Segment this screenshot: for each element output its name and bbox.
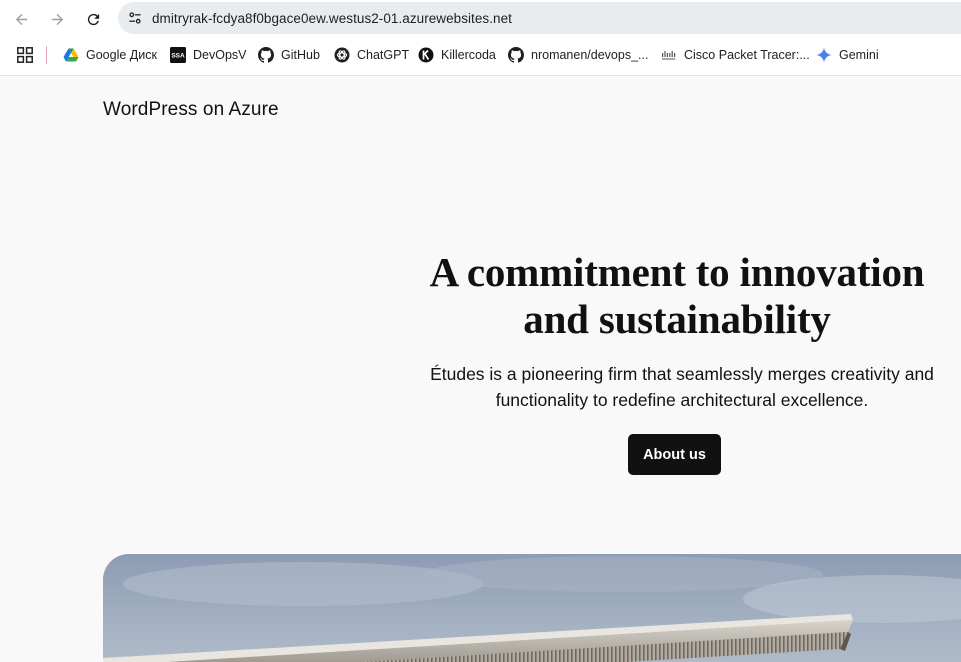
browser-toolbar: dmitryrak-fcdya8f0bgace0ew.westus2-01.az… (0, 0, 961, 36)
killercoda-icon (418, 47, 434, 63)
bookmark-killercoda[interactable]: Killercoda (418, 45, 496, 65)
bookmark-label: ChatGPT (357, 48, 410, 62)
tune-icon (129, 12, 141, 24)
url-text[interactable]: dmitryrak-fcdya8f0bgace0ew.westus2-01.az… (152, 11, 512, 26)
bookmark-nromanen-devops[interactable]: nromanen/devops_... (508, 45, 648, 65)
hero-heading: A commitment to innovation and sustainab… (429, 249, 925, 342)
web-page: WordPress on Azure A commitment to innov… (0, 77, 961, 662)
apps-grid-icon[interactable] (17, 47, 33, 63)
bookmark-label: GitHub (281, 48, 320, 62)
bookmark-label: Gemini (839, 48, 879, 62)
github-icon (508, 47, 524, 63)
building-illustration (103, 554, 961, 662)
bookmark-label: Killercoda (441, 48, 496, 62)
ssa-icon-text: SSA (171, 53, 185, 60)
reload-button[interactable] (80, 6, 106, 32)
arrow-right-icon (51, 13, 63, 25)
bookmark-label: Cisco Packet Tracer:... (684, 48, 810, 62)
cisco-icon (661, 47, 677, 63)
ssa-icon: SSA (170, 47, 186, 63)
site-info-button[interactable] (118, 2, 152, 34)
google-drive-icon (63, 47, 79, 63)
bookmarks-bar: Google Диск SSA DevOpsV GitHub ChatGPT K… (0, 36, 961, 76)
hero-description: Études is a pioneering firm that seamles… (430, 364, 934, 410)
address-bar[interactable]: dmitryrak-fcdya8f0bgace0ew.westus2-01.az… (118, 2, 961, 34)
arrow-left-icon (15, 13, 27, 25)
gemini-icon (816, 47, 832, 63)
reload-icon (87, 13, 99, 25)
bookmark-label: Google Диск (86, 48, 157, 62)
bookmark-label: DevOpsV (193, 48, 247, 62)
bookmark-google-drive[interactable]: Google Диск (63, 45, 157, 65)
chatgpt-icon (334, 47, 350, 63)
back-button[interactable] (8, 6, 34, 32)
bookmark-label: nromanen/devops_... (531, 48, 649, 62)
bookmark-gemini[interactable]: Gemini (816, 45, 879, 65)
bookmark-devopsv[interactable]: SSA DevOpsV (170, 45, 247, 65)
about-us-button[interactable]: About us (628, 434, 721, 475)
bookmark-github[interactable]: GitHub (258, 45, 320, 65)
forward-button[interactable] (44, 6, 70, 32)
site-title[interactable]: WordPress on Azure (103, 99, 279, 121)
bookmark-cisco-packet-tracer[interactable]: Cisco Packet Tracer:... (661, 45, 810, 65)
bookmarks-divider (46, 46, 47, 64)
github-icon (258, 47, 274, 63)
bookmark-chatgpt[interactable]: ChatGPT (334, 45, 409, 65)
hero-building-image (103, 554, 961, 662)
